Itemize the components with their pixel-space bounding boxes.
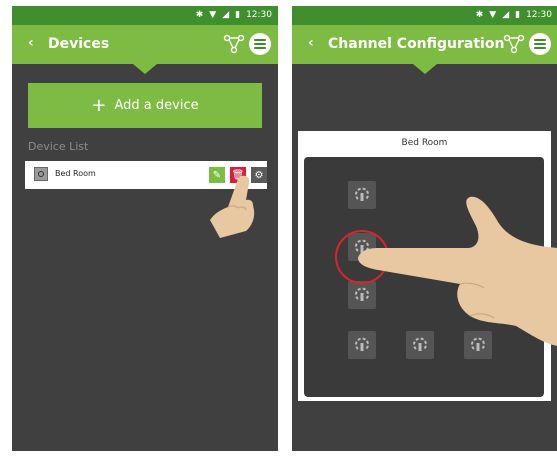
delete-button[interactable]: 🗑 [230,167,246,183]
channel-button[interactable] [464,331,492,359]
page-title: Channel Configuration [328,36,505,52]
trash-icon: 🗑 [231,169,245,181]
bluetooth-icon: ✱ [195,10,204,20]
channel-button[interactable] [348,181,376,209]
selection-highlight [335,230,389,284]
panel-title: Bed Room [401,138,448,148]
app-bar: ‹ Devices [12,25,278,64]
network-icon[interactable] [223,33,245,59]
app-bar: ‹ Channel Configuration [292,25,557,64]
dimmer-icon [355,337,369,351]
wifi-icon: ▼ [489,10,497,20]
edit-button[interactable]: ✎ [209,167,225,183]
channel-button[interactable] [348,281,376,309]
menu-icon[interactable] [529,33,551,55]
add-device-label: Add a device [114,98,199,113]
status-time: 12:30 [246,10,272,20]
status-bar: ✱ ▼ ◢ ▮ 12:30 [292,6,557,25]
settings-button[interactable]: ⚙ [251,167,267,183]
status-time: 12:30 [526,10,552,20]
device-row[interactable]: Bed Room ✎ 🗑 ⚙ [25,161,267,189]
bluetooth-icon: ✱ [475,10,484,20]
battery-icon: ▮ [235,10,241,20]
app-bar-pointer [413,64,437,74]
battery-icon: ▮ [515,10,521,20]
back-icon[interactable]: ‹ [28,35,34,51]
device-icon [34,167,48,181]
dimmer-icon [471,337,485,351]
edit-icon: ✎ [212,169,222,181]
wifi-icon: ▼ [209,10,217,20]
network-icon[interactable] [503,33,525,59]
channel-configuration-screen: ✱ ▼ ◢ ▮ 12:30 ‹ Channel Configuration Be… [292,6,557,451]
dimmer-icon [413,337,427,351]
dimmer-icon [355,187,369,201]
menu-icon[interactable] [249,33,271,55]
device-name: Bed Room [55,169,96,178]
gear-icon: ⚙ [254,169,264,181]
add-device-button[interactable]: + Add a device [28,83,262,128]
channel-button[interactable] [406,331,434,359]
dimmer-icon [355,287,369,301]
signal-icon: ◢ [502,10,510,20]
plus-icon: + [91,94,107,116]
signal-icon: ◢ [222,10,230,20]
status-bar: ✱ ▼ ◢ ▮ 12:30 [12,6,278,25]
device-list-label: Device List [28,140,89,153]
page-title: Devices [48,36,110,52]
channel-grid [304,157,544,397]
channel-button[interactable] [348,331,376,359]
devices-screen: ✱ ▼ ◢ ▮ 12:30 ‹ Devices + Add a device D… [12,6,278,451]
back-icon[interactable]: ‹ [308,35,314,51]
app-bar-pointer [133,64,157,74]
